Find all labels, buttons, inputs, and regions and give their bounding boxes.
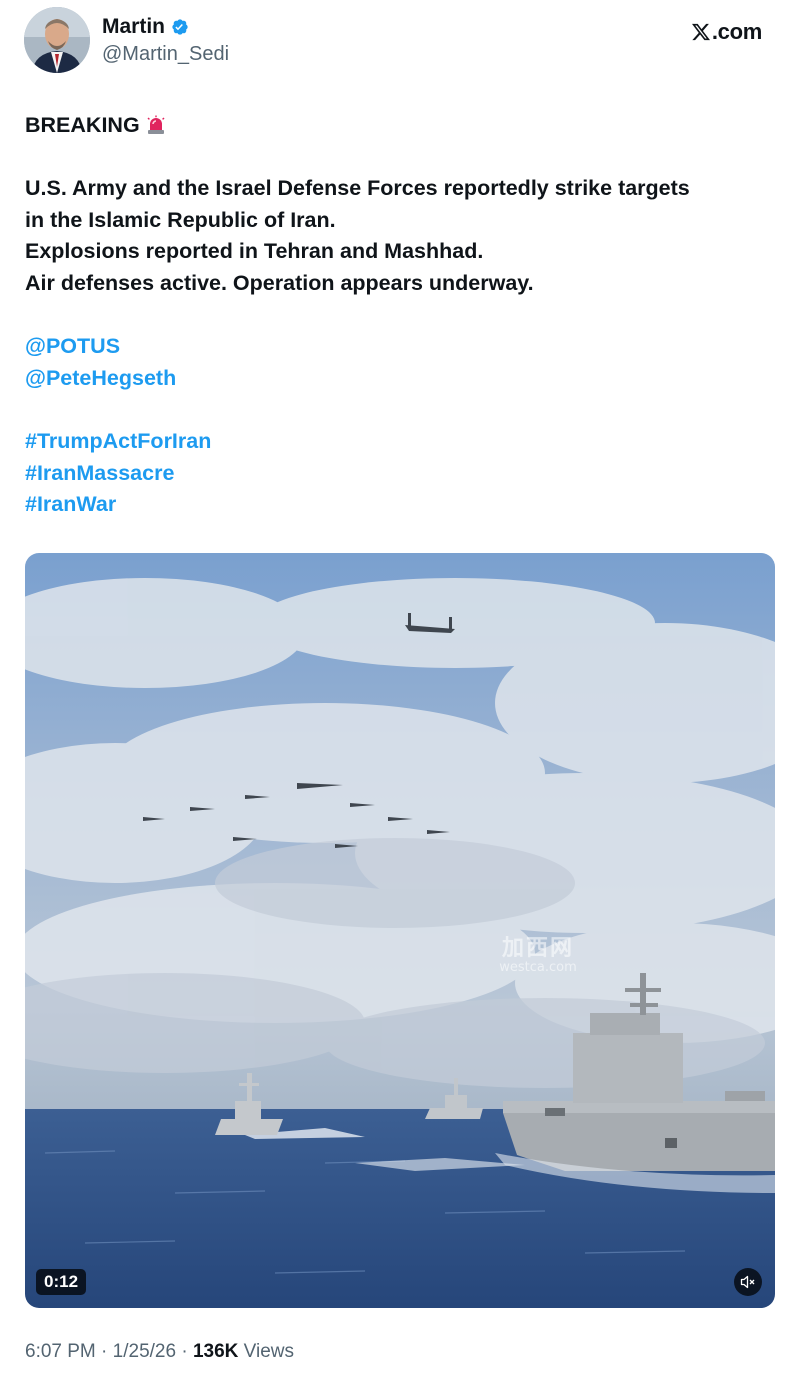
verified-badge-icon [172,19,188,35]
hashtag-link[interactable]: #TrumpActForIran [25,426,785,458]
mention-link[interactable]: @POTUS [25,331,785,363]
hashtag-link[interactable]: #IranWar [25,489,785,521]
body-line: U.S. Army and the Israel Defense Forces … [25,176,690,201]
x-com-label: .com [711,19,762,44]
watermark-bottom: westca.com [499,960,577,975]
x-logo-icon [691,23,710,41]
tweet-meta: 6:07 PM · 1/25/26 · 136K Views [25,1341,294,1363]
volume-muted-icon [740,1275,755,1289]
views-label: Views [243,1341,294,1362]
mention-link[interactable]: @PeteHegseth [25,363,785,395]
headline: BREAKING [25,113,140,137]
post-time[interactable]: 6:07 PM [25,1341,96,1362]
body-line: Explosions reported in Tehran and Mashha… [25,239,484,264]
body-line: in the Islamic Republic of Iran. [25,207,336,232]
video-duration: 0:12 [36,1269,87,1295]
tweet-header: Martin @Martin_Sedi .com [24,7,776,77]
display-name[interactable]: Martin [102,15,165,39]
body-line: Air defenses active. Operation appears u… [25,270,534,295]
x-com-brand: .com [691,19,762,45]
name-row: Martin [102,15,190,39]
siren-emoji-icon [147,115,165,134]
views-count: 136K [192,1341,239,1362]
avatar-photo [24,7,90,73]
watermark-top: 加西网 [501,936,574,961]
video-player[interactable]: 加西网 westca.com 0:12 [25,553,775,1308]
tweet-text: BREAKING U.S. Army and the Israel Defens… [25,110,785,521]
post-date[interactable]: 1/25/26 [113,1341,176,1362]
hashtag-link[interactable]: #IranMassacre [25,458,785,490]
user-handle[interactable]: @Martin_Sedi [102,43,229,66]
avatar[interactable] [24,7,90,73]
mute-button[interactable] [734,1268,762,1296]
video-frame [25,553,775,1308]
meta-separator: · [101,1341,108,1362]
headline-line: BREAKING [25,110,785,142]
meta-separator: · [181,1341,188,1362]
watermark: 加西网 westca.com [483,937,593,975]
